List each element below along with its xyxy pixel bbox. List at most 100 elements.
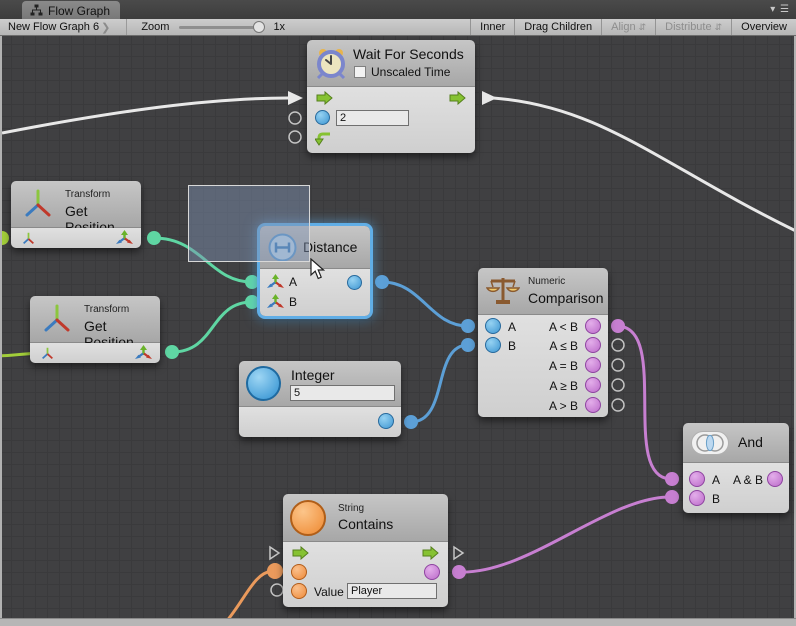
wire-dot — [245, 295, 259, 309]
wire-flow-in-arrowhead — [288, 91, 303, 105]
vector3-output-port[interactable] — [116, 230, 133, 247]
panel-menu-icon[interactable]: ▾ ☰ — [770, 4, 790, 15]
unconnected-port-marker[interactable] — [612, 379, 624, 391]
vector3-output-port[interactable] — [135, 345, 152, 362]
unconnected-port-marker[interactable] — [612, 339, 624, 351]
node-category: Transform — [65, 189, 110, 200]
zoom-slider[interactable] — [179, 26, 263, 29]
wire-dot — [404, 415, 418, 429]
transform-input-port[interactable] — [21, 231, 36, 246]
wire-integer-to-comparison-b[interactable] — [411, 345, 468, 422]
comparison-ge-port[interactable] — [585, 377, 601, 393]
unscaled-time-checkbox[interactable] — [354, 66, 366, 78]
node-title: Distance — [303, 239, 357, 255]
unscaled-time-label: Unscaled Time — [371, 65, 450, 79]
transform-icon — [21, 187, 55, 221]
node-integer[interactable]: Integer — [239, 361, 401, 437]
wire-string-in[interactable] — [226, 571, 272, 618]
output-label-a-and-b: A & B — [733, 473, 763, 487]
node-title: Contains — [338, 516, 393, 532]
and-input-b-port[interactable] — [689, 490, 705, 506]
wire-distance-to-comparison-a[interactable] — [382, 282, 468, 326]
wire-flow-out[interactable] — [493, 98, 796, 232]
transform-input-port[interactable] — [40, 346, 55, 361]
wire-contains-to-and-b[interactable] — [459, 497, 670, 572]
output-label-eq: A = B — [549, 359, 578, 373]
node-numeric-comparison[interactable]: Numeric Comparison A B A < B A ≤ B A = B… — [478, 268, 608, 417]
distribute-button[interactable]: Distribute ⇵ — [655, 19, 731, 35]
wire-dot — [461, 319, 475, 333]
flow-output-port[interactable] — [422, 546, 439, 560]
comparison-input-a-port[interactable] — [485, 318, 501, 334]
distance-output-port[interactable] — [347, 275, 362, 290]
flow-output-port[interactable] — [449, 91, 466, 105]
breadcrumb[interactable]: New Flow Graph 6 ❯ — [0, 19, 127, 35]
vector3-input-port[interactable] — [267, 294, 284, 311]
unconnected-port-marker[interactable] — [612, 359, 624, 371]
node-get-position-1[interactable]: Transform Get Position — [11, 181, 141, 248]
wire-dot — [665, 490, 679, 504]
align-button[interactable]: Align ⇵ — [601, 19, 655, 35]
integer-output-port[interactable] — [378, 413, 394, 429]
overview-button[interactable]: Overview — [731, 19, 796, 35]
wire-dot — [461, 338, 475, 352]
seconds-input-port[interactable] — [315, 110, 330, 125]
breadcrumb-chevron-icon: ❯ — [99, 21, 116, 34]
and-input-a-port[interactable] — [689, 471, 705, 487]
zoom-slider-handle[interactable] — [253, 21, 265, 33]
tab-strip: Flow Graph ▾ ☰ — [0, 0, 796, 19]
comparison-gt-port[interactable] — [585, 397, 601, 413]
unconnected-flow-marker[interactable] — [454, 547, 463, 559]
comparison-eq-port[interactable] — [585, 357, 601, 373]
distribute-dropdown-icon: ⇵ — [715, 22, 723, 33]
contains-result-port[interactable] — [424, 564, 440, 580]
node-get-position-2[interactable]: Transform Get Position — [30, 296, 160, 363]
wire-getposition2-to-distance-b[interactable] — [172, 302, 252, 352]
selection-marquee — [188, 185, 310, 262]
align-dropdown-icon: ⇵ — [639, 22, 647, 33]
node-category: Numeric — [528, 276, 565, 287]
string-target-input-port[interactable] — [291, 564, 307, 580]
node-string-contains[interactable]: String Contains Value — [283, 494, 448, 607]
zoom-label: Zoom — [141, 21, 169, 33]
port-label-a: A — [508, 320, 516, 334]
wire-dot — [2, 231, 9, 245]
comparison-lt-port[interactable] — [585, 318, 601, 334]
drag-children-button[interactable]: Drag Children — [514, 19, 601, 35]
unconnected-port-marker[interactable] — [612, 399, 624, 411]
string-icon — [290, 500, 326, 536]
node-title: Wait For Seconds — [353, 46, 464, 62]
flow-input-port[interactable] — [292, 546, 309, 560]
node-and[interactable]: And A B A & B — [683, 423, 789, 513]
unconnected-flow-marker[interactable] — [270, 547, 279, 559]
transform-icon — [40, 302, 74, 336]
wire-dot — [452, 565, 466, 579]
tab-flow-graph[interactable]: Flow Graph — [22, 1, 120, 19]
loop-port-icon[interactable] — [315, 130, 332, 146]
value-field[interactable] — [347, 583, 437, 599]
clock-icon — [315, 47, 347, 79]
port-label-b: B — [712, 492, 720, 506]
vector3-input-port[interactable] — [267, 274, 284, 291]
comparison-input-b-port[interactable] — [485, 337, 501, 353]
wire-comparison-to-and-a[interactable] — [618, 326, 670, 479]
wire-dot — [611, 319, 625, 333]
node-wait-for-seconds[interactable]: Wait For Seconds Unscaled Time — [307, 40, 475, 153]
unconnected-port-marker[interactable] — [289, 131, 301, 143]
unconnected-port-marker[interactable] — [271, 584, 283, 596]
node-title: And — [738, 434, 763, 450]
inner-button[interactable]: Inner — [470, 19, 514, 35]
port-label-b: B — [508, 339, 516, 353]
seconds-field[interactable] — [336, 110, 409, 126]
value-input-port[interactable] — [291, 583, 307, 599]
output-label-lt: A < B — [549, 320, 578, 334]
node-category: Transform — [84, 304, 129, 315]
wire-flow-in[interactable] — [2, 98, 288, 133]
integer-field[interactable] — [290, 385, 395, 401]
comparison-le-port[interactable] — [585, 337, 601, 353]
node-title: Comparison — [528, 290, 603, 306]
and-output-port[interactable] — [767, 471, 783, 487]
flow-input-port[interactable] — [316, 91, 333, 105]
unconnected-port-marker[interactable] — [289, 112, 301, 124]
port-label-a: A — [712, 473, 720, 487]
